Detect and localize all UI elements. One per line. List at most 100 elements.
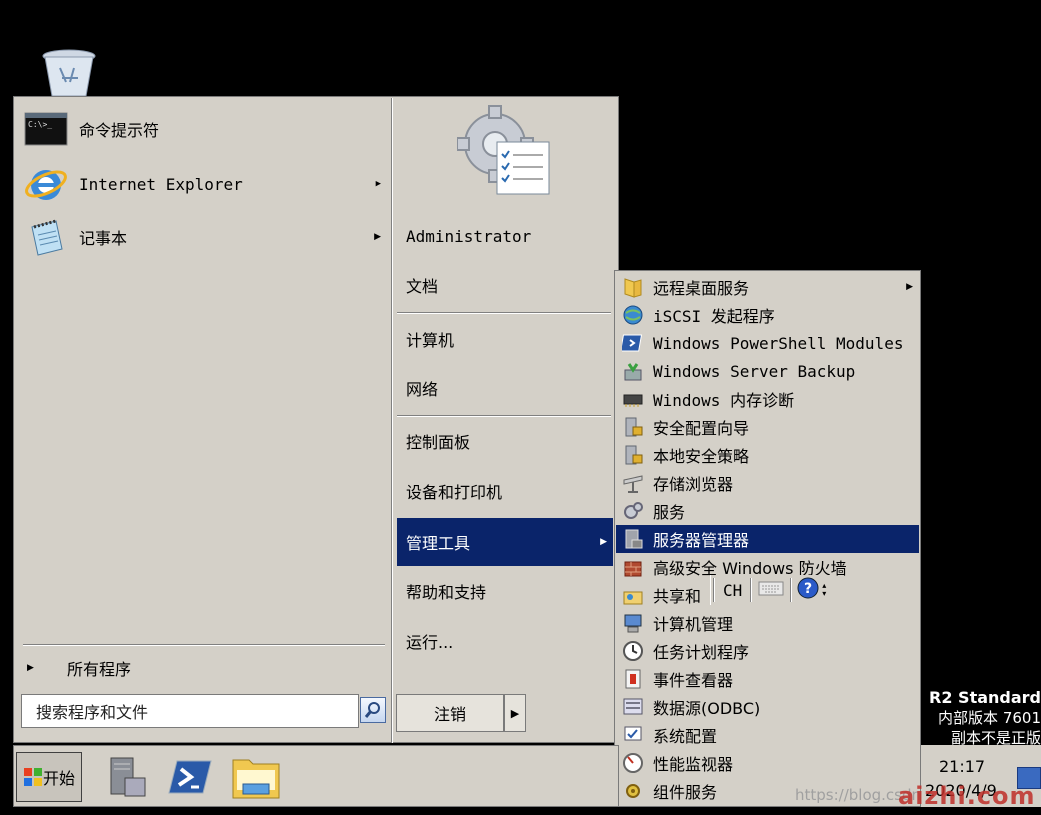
taskbar: 开始 [13, 745, 619, 807]
submenu-item-label: 组件服务 [653, 783, 718, 802]
backup-icon [620, 359, 646, 383]
task-scheduler-icon [620, 639, 646, 663]
windows-logo-icon [23, 768, 42, 786]
submenu-item-label: 事件查看器 [653, 671, 734, 690]
logoff-label: 注销 [433, 705, 466, 724]
local-policy-icon [620, 443, 646, 467]
start-label: 开始 [42, 769, 75, 788]
submenu-item-label: 性能监视器 [653, 755, 734, 774]
menu-item-label: 网络 [406, 380, 439, 399]
submenu-arrow-icon: ▶ [600, 537, 607, 547]
menu-item-label: 管理工具 [406, 534, 471, 553]
cmd-icon: C:\>_ [23, 109, 69, 149]
firewall-icon [620, 555, 646, 579]
menu-item-label: 帮助和支持 [406, 583, 487, 602]
submenu-arrow-icon: ▶ [906, 282, 913, 292]
submenu-item-odbc[interactable]: 数据源(ODBC) [616, 693, 919, 721]
all-programs-label: 所有程序 [67, 660, 132, 679]
edition-text: R2 Standard [929, 688, 1041, 707]
menu-item-documents[interactable]: 文档 [397, 262, 613, 308]
submenu-item-memory-diagnostic[interactable]: Windows 内存诊断 [616, 385, 919, 413]
submenu-item-performance-monitor[interactable]: 性能监视器 [616, 749, 919, 777]
submenu-arrow-icon: ▶ [374, 232, 381, 242]
start-menu: C:\>_ 命令提示符 Internet Explorer ▶ 记事本 ▶ ▶ … [13, 96, 619, 743]
submenu-item-label: Windows 内存诊断 [653, 391, 795, 410]
submenu-item-label: 系统配置 [653, 727, 718, 746]
submenu-item-label: 远程桌面服务 [653, 279, 750, 298]
component-services-icon [620, 779, 646, 803]
menu-item-control-panel[interactable]: 控制面板 [397, 418, 613, 464]
submenu-item-server-manager[interactable]: 服务器管理器 [616, 525, 919, 553]
arrow-right-icon: ▶ [510, 706, 520, 720]
admin-tools-icon [456, 104, 557, 202]
all-programs-divider [23, 644, 385, 646]
submenu-item-event-viewer[interactable]: 事件查看器 [616, 665, 919, 693]
language-indicator[interactable]: CH [717, 581, 748, 600]
all-programs-button[interactable]: ▶ 所有程序 [23, 654, 131, 682]
windows-version-watermark: R2 Standard 内部版本 7601 副本不是正版 [920, 688, 1041, 748]
menu-item-administrator[interactable]: Administrator [397, 213, 613, 259]
menu-separator [397, 312, 611, 314]
submenu-item-system-config[interactable]: 系统配置 [616, 721, 919, 749]
language-bar: CH ? ▴ ▾ [710, 575, 834, 605]
submenu-item-label: 服务 [653, 503, 686, 522]
pane-separator [391, 98, 393, 743]
sysconfig-icon [620, 723, 646, 747]
search-icon [364, 702, 380, 718]
program-internet-explorer[interactable]: Internet Explorer ▶ [23, 160, 387, 208]
powershell-icon [620, 331, 646, 355]
submenu-item-storage-explorer[interactable]: 存储浏览器 [616, 469, 919, 497]
submenu-item-iscsi[interactable]: iSCSI 发起程序 [616, 301, 919, 329]
perfmon-icon [620, 751, 646, 775]
submenu-item-label: 计算机管理 [653, 615, 734, 634]
menu-item-label: 控制面板 [406, 433, 471, 452]
menu-item-label: 运行... [406, 633, 454, 652]
submenu-item-remote-desktop[interactable]: 远程桌面服务 ▶ [616, 273, 919, 301]
svg-text:C:\>_: C:\>_ [28, 120, 52, 129]
submenu-item-server-backup[interactable]: Windows Server Backup [616, 357, 919, 385]
menu-item-run[interactable]: 运行... [397, 618, 613, 664]
submenu-item-powershell-modules[interactable]: Windows PowerShell Modules [616, 329, 919, 357]
menu-item-computer[interactable]: 计算机 [397, 316, 613, 362]
submenu-item-security-config-wizard[interactable]: 安全配置向导 [616, 413, 919, 441]
genuine-text: 副本不是正版 [950, 729, 1041, 747]
taskbar-powershell-icon[interactable] [164, 752, 216, 802]
memory-icon [620, 387, 646, 411]
services-icon [620, 499, 646, 523]
recycle-bin-icon[interactable] [40, 48, 98, 97]
program-cmd[interactable]: C:\>_ 命令提示符 [23, 105, 387, 153]
menu-item-admin-tools[interactable]: 管理工具 ▶ [397, 518, 613, 566]
submenu-item-label: 存储浏览器 [653, 475, 734, 494]
folder-icon [620, 275, 646, 299]
submenu-item-local-security-policy[interactable]: 本地安全策略 [616, 441, 919, 469]
search-button[interactable] [360, 697, 386, 723]
start-menu-programs-pane: C:\>_ 命令提示符 Internet Explorer ▶ 记事本 ▶ ▶ … [15, 98, 391, 690]
help-icon[interactable]: ? [794, 577, 822, 603]
admin-tools-submenu: 远程桌面服务 ▶ iSCSI 发起程序 Windows PowerShell M… [614, 270, 921, 807]
langbar-options-icon[interactable]: ▴ ▾ [822, 582, 826, 598]
start-menu-places-pane: Administrator 文档 计算机 网络 控制面板 设备和打印机 管理工具… [395, 98, 617, 690]
server-manager-icon [620, 527, 646, 551]
menu-item-label: Administrator [406, 226, 532, 246]
odbc-icon [620, 695, 646, 719]
program-notepad[interactable]: 记事本 ▶ [23, 213, 387, 261]
shutdown-options-button[interactable]: ▶ [504, 694, 526, 732]
taskbar-server-manager-icon[interactable] [100, 752, 152, 802]
submenu-item-task-scheduler[interactable]: 任务计划程序 [616, 637, 919, 665]
menu-item-help-support[interactable]: 帮助和支持 [397, 568, 613, 614]
submenu-item-services[interactable]: 服务 [616, 497, 919, 525]
site-watermark: aizhi.com [898, 782, 1036, 810]
keyboard-icon[interactable] [754, 579, 788, 601]
submenu-item-computer-management[interactable]: 计算机管理 [616, 609, 919, 637]
taskbar-explorer-icon[interactable] [230, 752, 282, 802]
start-button[interactable]: 开始 [16, 752, 82, 802]
menu-item-label: 计算机 [406, 331, 455, 350]
logoff-button[interactable]: 注销 [396, 694, 504, 732]
menu-item-label: 设备和打印机 [406, 483, 503, 502]
search-input[interactable]: 搜索程序和文件 [21, 694, 359, 728]
submenu-item-label: 本地安全策略 [653, 447, 750, 466]
menu-item-network[interactable]: 网络 [397, 365, 613, 411]
langbar-separator [750, 578, 753, 602]
menu-item-devices-printers[interactable]: 设备和打印机 [397, 468, 613, 514]
clock-time[interactable]: 21:17 [939, 757, 985, 776]
